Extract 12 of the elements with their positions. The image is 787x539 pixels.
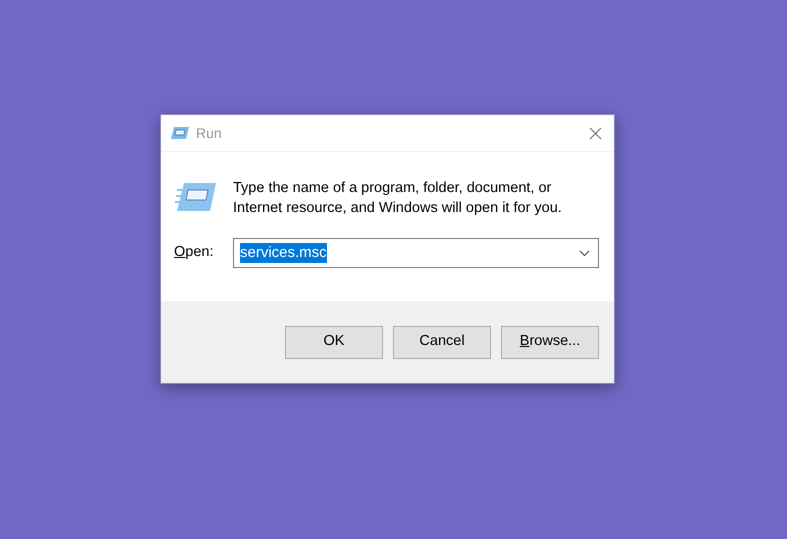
dialog-button[interactable]: OK — [285, 326, 383, 358]
run-icon — [170, 126, 190, 140]
dialog-button[interactable]: Browse... — [501, 326, 599, 358]
dropdown-caret-icon[interactable] — [579, 250, 590, 256]
instruction-text: Type the name of a program, folder, document, or Internet resource, and Windows will open it for you. — [233, 179, 563, 218]
run-icon — [175, 182, 217, 212]
open-label: Open: — [174, 243, 215, 262]
open-field-value: services.msc — [240, 243, 327, 263]
close-icon[interactable] — [589, 126, 602, 140]
dialog-button[interactable]: Cancel — [393, 326, 491, 358]
open-combo-box[interactable]: services.msc — [233, 238, 599, 268]
window-title: Run — [196, 124, 222, 142]
